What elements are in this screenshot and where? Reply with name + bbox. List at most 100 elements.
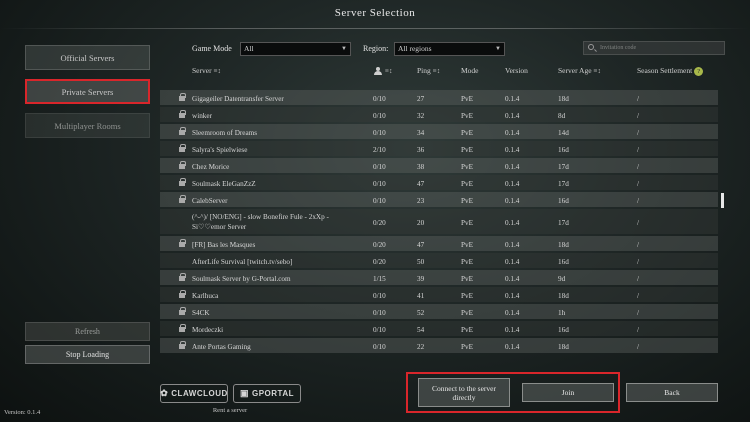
table-row[interactable]: CalebServer 0/10 23 PvE 0.1.4 16d / [160, 192, 718, 207]
cell-players: 1/15 [373, 275, 386, 283]
server-name: [FR] Bas les Masques [192, 241, 256, 249]
cell-age: 18d [558, 292, 569, 300]
private-servers-button[interactable]: Private Servers [25, 79, 150, 104]
cell-mode: PvE [461, 95, 473, 103]
table-row[interactable]: [FR] Bas les Masques 0/20 47 PvE 0.1.4 18d / [160, 236, 718, 251]
official-servers-button[interactable]: Official Servers [25, 45, 150, 70]
lock-icon [179, 273, 186, 282]
table-row[interactable]: AfterLife Survival [twitch.tv/sebo] 0/20 5… [160, 253, 718, 268]
server-name: (^-^)/ [NO/ENG] - slow Bonefire Fule - 2… [192, 213, 329, 221]
game-mode-select[interactable]: All ▼ [240, 42, 351, 56]
table-row[interactable]: Gigageiler Datentransfer Server 0/10 27 PvE… [160, 90, 718, 105]
region-label: Region: [363, 44, 389, 53]
table-row[interactable]: Mordeczki 0/10 54 PvE 0.1.4 16d / [160, 321, 718, 336]
column-header-players[interactable]: ≡↕ [374, 66, 393, 76]
chevron-down-icon: ▼ [341, 46, 347, 52]
cell-season: / [637, 197, 639, 205]
scrollbar-thumb[interactable] [721, 193, 724, 208]
region-select[interactable]: All regions ▼ [394, 42, 505, 56]
cell-mode: PvE [461, 219, 473, 227]
cell-age: 17d [558, 219, 569, 227]
server-name: CalebServer [192, 197, 228, 205]
cell-mode: PvE [461, 163, 473, 171]
cell-mode: PvE [461, 275, 473, 283]
cell-version: 0.1.4 [505, 241, 520, 249]
cell-version: 0.1.4 [505, 309, 520, 317]
person-icon [374, 67, 383, 76]
paw-icon: ✿ [160, 388, 169, 398]
table-row[interactable]: S4CK 0/10 52 PvE 0.1.4 1h / [160, 304, 718, 319]
cell-age: 14d [558, 129, 569, 137]
cell-ping: 23 [417, 197, 425, 205]
cell-players: 0/20 [373, 258, 386, 266]
cell-players: 0/10 [373, 180, 386, 188]
cell-mode: PvE [461, 112, 473, 120]
cell-players: 0/10 [373, 343, 386, 351]
server-name: Ante Portas Gaming [192, 343, 251, 351]
lock-icon [179, 93, 186, 102]
cell-players: 2/10 [373, 146, 386, 154]
sort-icon: ≡↕ [385, 67, 393, 75]
cell-ping: 38 [417, 163, 425, 171]
cell-players: 0/20 [373, 241, 386, 249]
server-name: Sleemroom of Dreams [192, 129, 258, 137]
invitation-code-input[interactable]: Invitation code [583, 41, 725, 55]
lock-icon [179, 161, 186, 170]
server-name: Gigageiler Datentransfer Server [192, 95, 284, 103]
table-row[interactable]: Soulmask Server by G-Portal.com 1/15 39 PvE… [160, 270, 718, 285]
cell-mode: PvE [461, 309, 473, 317]
cell-version: 0.1.4 [505, 129, 520, 137]
clawcloud-logo[interactable]: ✿ CLAWCLOUD [160, 384, 228, 403]
cell-mode: PvE [461, 292, 473, 300]
table-row[interactable]: Salyra's Spielwiese 2/10 36 PvE 0.1.4 16d / [160, 141, 718, 156]
stop-loading-button[interactable]: Stop Loading [25, 345, 150, 364]
search-icon [588, 44, 594, 50]
refresh-button[interactable]: Refresh [25, 322, 150, 341]
table-row[interactable]: Karlhuca 0/10 41 PvE 0.1.4 18d / [160, 287, 718, 302]
table-row[interactable]: winker 0/10 32 PvE 0.1.4 8d / [160, 107, 718, 122]
sort-icon: ≡↕ [213, 67, 222, 75]
join-button[interactable]: Join [522, 383, 614, 402]
column-header-ping[interactable]: Ping ≡↕ [417, 66, 440, 75]
column-header-age[interactable]: Server Age ≡↕ [558, 66, 601, 75]
cell-season: / [637, 129, 639, 137]
title-divider [0, 28, 750, 29]
cell-mode: PvE [461, 343, 473, 351]
column-header-server[interactable]: Server ≡↕ [192, 66, 221, 75]
cell-version: 0.1.4 [505, 292, 520, 300]
table-row[interactable]: Chez Morice 0/10 38 PvE 0.1.4 17d / [160, 158, 718, 173]
rent-server-text: Rent a server [212, 407, 248, 414]
cell-mode: PvE [461, 180, 473, 188]
lock-icon [179, 341, 186, 350]
cell-mode: PvE [461, 241, 473, 249]
cell-ping: 39 [417, 275, 425, 283]
table-row[interactable]: Sleemroom of Dreams 0/10 34 PvE 0.1.4 14d / [160, 124, 718, 139]
cell-version: 0.1.4 [505, 219, 520, 227]
gportal-logo[interactable]: ▣ GPORTAL [233, 384, 301, 403]
table-row[interactable]: Soulmask EleGanZzZ 0/10 47 PvE 0.1.4 17d / [160, 175, 718, 190]
cell-version: 0.1.4 [505, 326, 520, 334]
server-name: Soulmask Server by G-Portal.com [192, 275, 291, 283]
gportal-icon: ▣ [239, 388, 249, 398]
chevron-down-icon: ▼ [495, 46, 501, 52]
sort-icon: ≡↕ [593, 67, 601, 75]
lock-icon [179, 110, 186, 119]
server-name-line2: Si♡♡emor Server [192, 223, 247, 231]
cell-season: / [637, 292, 639, 300]
cell-players: 0/10 [373, 326, 386, 334]
back-button[interactable]: Back [626, 383, 718, 402]
lock-icon [179, 324, 186, 333]
multiplayer-rooms-button[interactable]: Multiplayer Rooms [25, 113, 150, 138]
game-mode-value: All [244, 44, 254, 53]
server-name: Salyra's Spielwiese [192, 146, 248, 154]
cell-ping: 50 [417, 258, 425, 266]
help-icon[interactable]: ? [694, 66, 704, 76]
server-list: Gigageiler Datentransfer Server 0/10 27 PvE… [160, 82, 718, 362]
cell-players: 0/10 [373, 112, 386, 120]
table-row[interactable]: (^-^)/ [NO/ENG] - slow Bonefire Fule - 2… [160, 209, 718, 234]
cell-season: / [637, 219, 639, 227]
connect-directly-button[interactable]: Connect to the server directly [418, 378, 510, 407]
cell-ping: 47 [417, 241, 425, 249]
table-row[interactable]: Ante Portas Gaming 0/10 22 PvE 0.1.4 18d / [160, 338, 718, 353]
cell-age: 18d [558, 241, 569, 249]
